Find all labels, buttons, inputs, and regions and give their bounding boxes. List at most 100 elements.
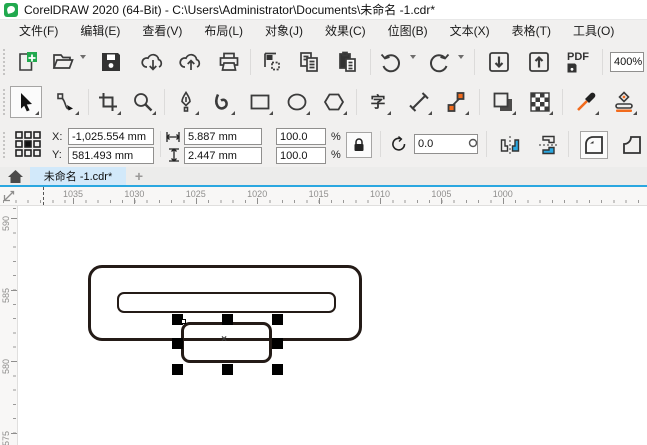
redo-dropdown-arrow[interactable]	[458, 55, 464, 59]
x-position-field[interactable]	[68, 128, 154, 145]
export-to-cloud-button[interactable]	[176, 47, 206, 77]
title-bar: CorelDRAW 2020 (64-Bit) - C:\Users\Admin…	[0, 0, 647, 20]
selection-handle-bottom-left[interactable]	[172, 364, 183, 375]
new-tab-button[interactable]: +	[130, 167, 148, 185]
transparency-tool-button[interactable]	[524, 86, 556, 118]
import-button[interactable]	[484, 47, 514, 77]
toolbar-grip[interactable]	[2, 48, 7, 76]
menu-tools[interactable]: 工具(O)	[562, 20, 625, 42]
undo-button[interactable]	[376, 47, 406, 77]
percent-v-label: %	[331, 149, 341, 161]
paste-icon	[339, 51, 356, 72]
mirror-vertical-icon	[539, 135, 557, 155]
selection-handle-top-center[interactable]	[222, 314, 233, 325]
rectangle-tool-icon	[250, 94, 270, 110]
scalloped-corner-button[interactable]	[618, 131, 646, 159]
shape-tool-button[interactable]	[50, 86, 82, 118]
import-box-icon	[489, 52, 509, 72]
open-dropdown-arrow[interactable]	[80, 55, 86, 59]
save-icon	[102, 53, 120, 71]
open-folder-icon	[52, 54, 74, 69]
interactive-fill-tool-button[interactable]	[608, 86, 640, 118]
vruler-label: 580	[1, 359, 11, 375]
object-width-field[interactable]	[184, 128, 262, 145]
toolbox-grip[interactable]	[2, 88, 7, 116]
menu-layout[interactable]: 布局(L)	[193, 20, 254, 42]
horizontal-ruler[interactable]: 1035 1030 1025 1020 1015 1010 1005 1000	[0, 187, 647, 206]
save-button[interactable]	[96, 47, 126, 77]
pen-tool-button[interactable]	[170, 86, 202, 118]
print-icon	[219, 52, 239, 71]
copy-button[interactable]	[294, 47, 324, 77]
text-tool-button[interactable]: 字	[362, 86, 394, 118]
toolbox: 字	[0, 82, 647, 123]
eyedropper-tool-icon	[577, 92, 596, 111]
document-tab-active[interactable]: 未命名 -1.cdr*	[30, 167, 126, 185]
export-button[interactable]	[524, 47, 554, 77]
print-button[interactable]	[214, 47, 244, 77]
cut-button[interactable]	[256, 47, 286, 77]
rectangle-tool-button[interactable]	[244, 86, 276, 118]
object-height-icon	[168, 148, 180, 162]
inner-slot-rounded-rectangle-shape[interactable]	[117, 292, 336, 313]
percent-h-label: %	[331, 131, 341, 143]
drop-shadow-tool-icon	[493, 92, 512, 111]
eyedropper-tool-button[interactable]	[570, 86, 602, 118]
mirror-horizontal-button[interactable]	[496, 131, 524, 159]
open-button[interactable]	[48, 47, 78, 77]
menu-text[interactable]: 文本(X)	[439, 20, 501, 42]
polygon-tool-button[interactable]	[318, 86, 350, 118]
menu-table[interactable]: 表格(T)	[501, 20, 562, 42]
interactive-fill-tool-icon	[615, 91, 633, 112]
new-document-button[interactable]	[12, 47, 42, 77]
vertical-ruler[interactable]: 590 585 580 575	[0, 206, 18, 445]
paste-button[interactable]	[332, 47, 362, 77]
pick-tool-icon	[21, 93, 32, 112]
menu-bitmaps[interactable]: 位图(B)	[377, 20, 439, 42]
selection-center-marker[interactable]: ×	[218, 335, 230, 345]
pick-tool-button[interactable]	[10, 86, 42, 118]
drop-shadow-tool-button[interactable]	[487, 86, 519, 118]
corner-node-marker[interactable]	[181, 319, 186, 324]
menu-object[interactable]: 对象(J)	[254, 20, 314, 42]
property-bar-grip[interactable]	[2, 131, 7, 159]
scale-vertical-field[interactable]	[276, 147, 326, 164]
crop-tool-button[interactable]	[92, 86, 124, 118]
vruler-label: 575	[1, 431, 11, 445]
menu-file[interactable]: 文件(F)	[8, 20, 69, 42]
selection-handle-bottom-center[interactable]	[222, 364, 233, 375]
redo-button[interactable]	[424, 47, 454, 77]
connector-tool-icon	[447, 92, 465, 112]
publish-to-pdf-button[interactable]: PDF	[560, 47, 596, 77]
hruler-ticks	[0, 200, 647, 203]
vruler-label: 585	[1, 287, 11, 303]
scale-horizontal-field[interactable]	[276, 128, 326, 145]
connector-tool-button[interactable]	[440, 86, 472, 118]
menu-bar: 文件(F) 编辑(E) 查看(V) 布局(L) 对象(J) 效果(C) 位图(B…	[0, 20, 647, 42]
document-tab-bar: 未命名 -1.cdr* +	[0, 167, 647, 187]
bspline-tool-button[interactable]	[206, 86, 238, 118]
selection-handle-top-right[interactable]	[272, 314, 283, 325]
dimension-tool-button[interactable]	[403, 86, 435, 118]
mirror-vertical-button[interactable]	[534, 131, 562, 159]
drawing-canvas[interactable]: ×	[18, 206, 647, 445]
welcome-home-button[interactable]	[2, 167, 28, 185]
menu-effects[interactable]: 效果(C)	[314, 20, 377, 42]
selection-handle-middle-left[interactable]	[172, 338, 183, 349]
dimension-tool-icon	[409, 92, 429, 112]
selection-handle-bottom-right[interactable]	[272, 364, 283, 375]
zoom-tool-button[interactable]	[127, 86, 159, 118]
round-corner-button[interactable]	[580, 131, 608, 159]
selection-handle-middle-right[interactable]	[272, 338, 283, 349]
menu-edit[interactable]: 编辑(E)	[69, 20, 131, 42]
y-position-field[interactable]	[68, 147, 154, 164]
menu-view[interactable]: 查看(V)	[131, 20, 193, 42]
undo-dropdown-arrow[interactable]	[410, 55, 416, 59]
ellipse-tool-button[interactable]	[281, 86, 313, 118]
object-height-field[interactable]	[184, 147, 262, 164]
zoom-level-combo[interactable]: 400%	[610, 52, 644, 72]
lock-ratio-button[interactable]	[346, 132, 372, 158]
import-from-cloud-button[interactable]	[138, 47, 168, 77]
lock-icon	[354, 138, 364, 151]
coreldraw-logo-icon	[4, 2, 18, 17]
